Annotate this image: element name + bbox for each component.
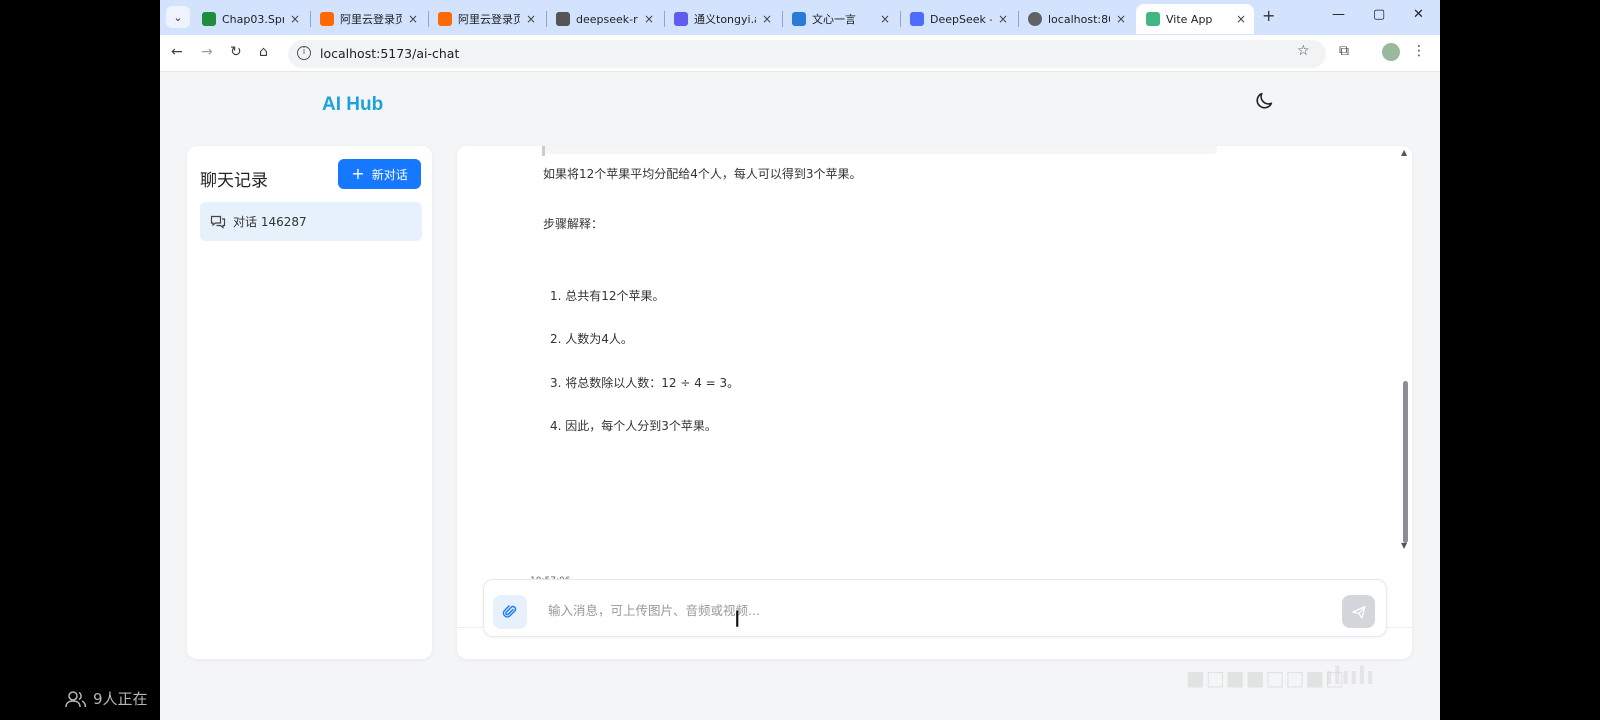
- back-icon[interactable]: ←: [171, 44, 183, 60]
- wenxin-favicon-icon: [792, 12, 806, 26]
- tab-chap03[interactable]: Chap03.Spri ×: [192, 4, 308, 34]
- tab-vite-app[interactable]: Vite App ×: [1136, 4, 1254, 34]
- tab-deepseek[interactable]: DeepSeek - ×: [900, 4, 1016, 34]
- new-chat-label: 新对话: [371, 167, 408, 182]
- tab-title: 阿里云登录页: [340, 13, 402, 26]
- tab-close-icon[interactable]: ×: [880, 12, 890, 26]
- tab-deepseek-r1[interactable]: deepseek-r1 ×: [546, 4, 662, 34]
- message-step: 1. 总共有12个苹果。: [550, 289, 665, 303]
- tab-title: 文心一言: [812, 13, 856, 26]
- tab-close-icon[interactable]: ×: [408, 12, 418, 26]
- viewer-count-text: 9人正在: [93, 690, 148, 708]
- chat-history-sidebar: 聊天记录 + 新对话 对话 146287: [187, 146, 432, 659]
- send-button[interactable]: [1342, 595, 1375, 628]
- viewer-count: 9人正在: [65, 688, 148, 709]
- tab-close-icon[interactable]: ×: [998, 12, 1008, 26]
- message-line: 如果将12个苹果平均分配给4个人，每人可以得到3个苹果。: [543, 167, 862, 181]
- scrollbar-thumb[interactable]: [1403, 381, 1408, 543]
- ollama-favicon-icon: [556, 12, 570, 26]
- tab-wenxin[interactable]: 文心一言 ×: [782, 4, 898, 34]
- tab-close-icon[interactable]: ×: [526, 12, 536, 26]
- tab-title: DeepSeek -: [930, 12, 992, 26]
- scroll-up-arrow-icon[interactable]: ▲: [1401, 148, 1407, 157]
- paperclip-icon: [502, 605, 517, 618]
- tab-tongyi[interactable]: 通义tongyi.a ×: [664, 4, 780, 34]
- tab-aliyun-login-2[interactable]: 阿里云登录页 ×: [428, 4, 544, 34]
- dark-mode-toggle-icon[interactable]: [1253, 90, 1275, 112]
- home-icon[interactable]: ⌂: [259, 44, 268, 60]
- text-cursor-icon: Ι: [734, 608, 741, 633]
- app-root: AI Hub 聊天记录 + 新对话 对话 146287 如果将12个苹果平均分配…: [160, 72, 1440, 688]
- extensions-icon[interactable]: ⧉: [1339, 43, 1349, 59]
- tab-close-icon[interactable]: ×: [1236, 12, 1246, 26]
- conversation-item[interactable]: 对话 146287: [200, 202, 422, 241]
- bilibili-watermark-logo: ılıılı: [1325, 662, 1375, 690]
- address-bar: ← → ↻ ⌂ i localhost:5173/ai-chat ☆ ⧉ ⋮: [160, 35, 1440, 72]
- tab-title: Vite App: [1166, 12, 1213, 26]
- tab-title: 通义tongyi.a: [694, 13, 756, 26]
- message-step: 2. 人数为4人。: [550, 332, 633, 346]
- aliyun-favicon-icon: [320, 12, 334, 26]
- reload-icon[interactable]: ↻: [230, 44, 242, 60]
- send-icon: [1351, 605, 1366, 619]
- tab-close-icon[interactable]: ×: [290, 12, 300, 26]
- forward-icon[interactable]: →: [201, 44, 213, 60]
- close-window-icon[interactable]: ✕: [1413, 7, 1424, 22]
- bookmark-star-icon[interactable]: ☆: [1297, 43, 1310, 59]
- new-tab-button[interactable]: +: [1262, 6, 1275, 25]
- tab-aliyun-login-1[interactable]: 阿里云登录页 ×: [310, 4, 426, 34]
- tab-close-icon[interactable]: ×: [762, 12, 772, 26]
- message-step: 3. 将总数除以人数：12 ÷ 4 = 3。: [550, 376, 740, 390]
- previous-message-edge: [542, 146, 1217, 156]
- message-step: 4. 因此，每个人分到3个苹果。: [550, 419, 717, 433]
- minimize-icon[interactable]: —: [1332, 7, 1345, 22]
- viewers-icon: [65, 690, 87, 707]
- message-line: 步骤解释：: [543, 217, 604, 231]
- aliyun-favicon-icon: [438, 12, 452, 26]
- new-chat-button[interactable]: + 新对话: [338, 159, 421, 189]
- message-composer: [483, 579, 1387, 637]
- sidebar-title: 聊天记录: [200, 171, 268, 191]
- tab-close-icon[interactable]: ×: [1116, 12, 1126, 26]
- plus-icon: +: [351, 164, 365, 183]
- browser-menu-icon[interactable]: ⋮: [1412, 43, 1426, 59]
- screen: ⌄ Chap03.Spri × 阿里云登录页 × 阿里云登录页 × deepse…: [0, 0, 1600, 720]
- tab-title: localhost:80: [1048, 12, 1110, 26]
- site-info-icon[interactable]: i: [297, 46, 311, 60]
- app-logo[interactable]: AI Hub: [322, 94, 383, 116]
- tab-strip: ⌄ Chap03.Spri × 阿里云登录页 × 阿里云登录页 × deepse…: [160, 0, 1440, 35]
- deepseek-favicon-icon: [910, 12, 924, 26]
- conversation-label: 对话 146287: [233, 215, 307, 229]
- watermark-logo: ■□■■□□■□: [1186, 666, 1346, 690]
- sheet-favicon-icon: [202, 12, 216, 26]
- tab-search-dropdown[interactable]: ⌄: [166, 6, 190, 28]
- tongyi-favicon-icon: [674, 12, 688, 26]
- browser-window: ⌄ Chap03.Spri × 阿里云登录页 × 阿里云登录页 × deepse…: [160, 0, 1440, 720]
- tab-close-icon[interactable]: ×: [644, 12, 654, 26]
- scroll-down-arrow-icon[interactable]: ▼: [1401, 541, 1407, 550]
- attach-button[interactable]: [493, 595, 527, 629]
- profile-avatar[interactable]: [1382, 43, 1400, 61]
- tab-title: deepseek-r1: [576, 12, 638, 26]
- tab-title: Chap03.Spri: [222, 12, 284, 26]
- maximize-icon[interactable]: ▢: [1373, 7, 1385, 22]
- globe-favicon-icon: [1028, 12, 1042, 26]
- url-text[interactable]: localhost:5173/ai-chat: [320, 46, 459, 61]
- chat-panel: 如果将12个苹果平均分配给4个人，每人可以得到3个苹果。 步骤解释： 1. 总共…: [457, 146, 1412, 659]
- message-input[interactable]: [548, 599, 1308, 621]
- vue-favicon-icon: [1146, 12, 1160, 26]
- chat-bubble-icon: [210, 215, 226, 229]
- tab-title: 阿里云登录页: [458, 13, 520, 26]
- omnibox[interactable]: i localhost:5173/ai-chat: [288, 40, 1326, 68]
- tab-localhost[interactable]: localhost:80 ×: [1018, 4, 1134, 34]
